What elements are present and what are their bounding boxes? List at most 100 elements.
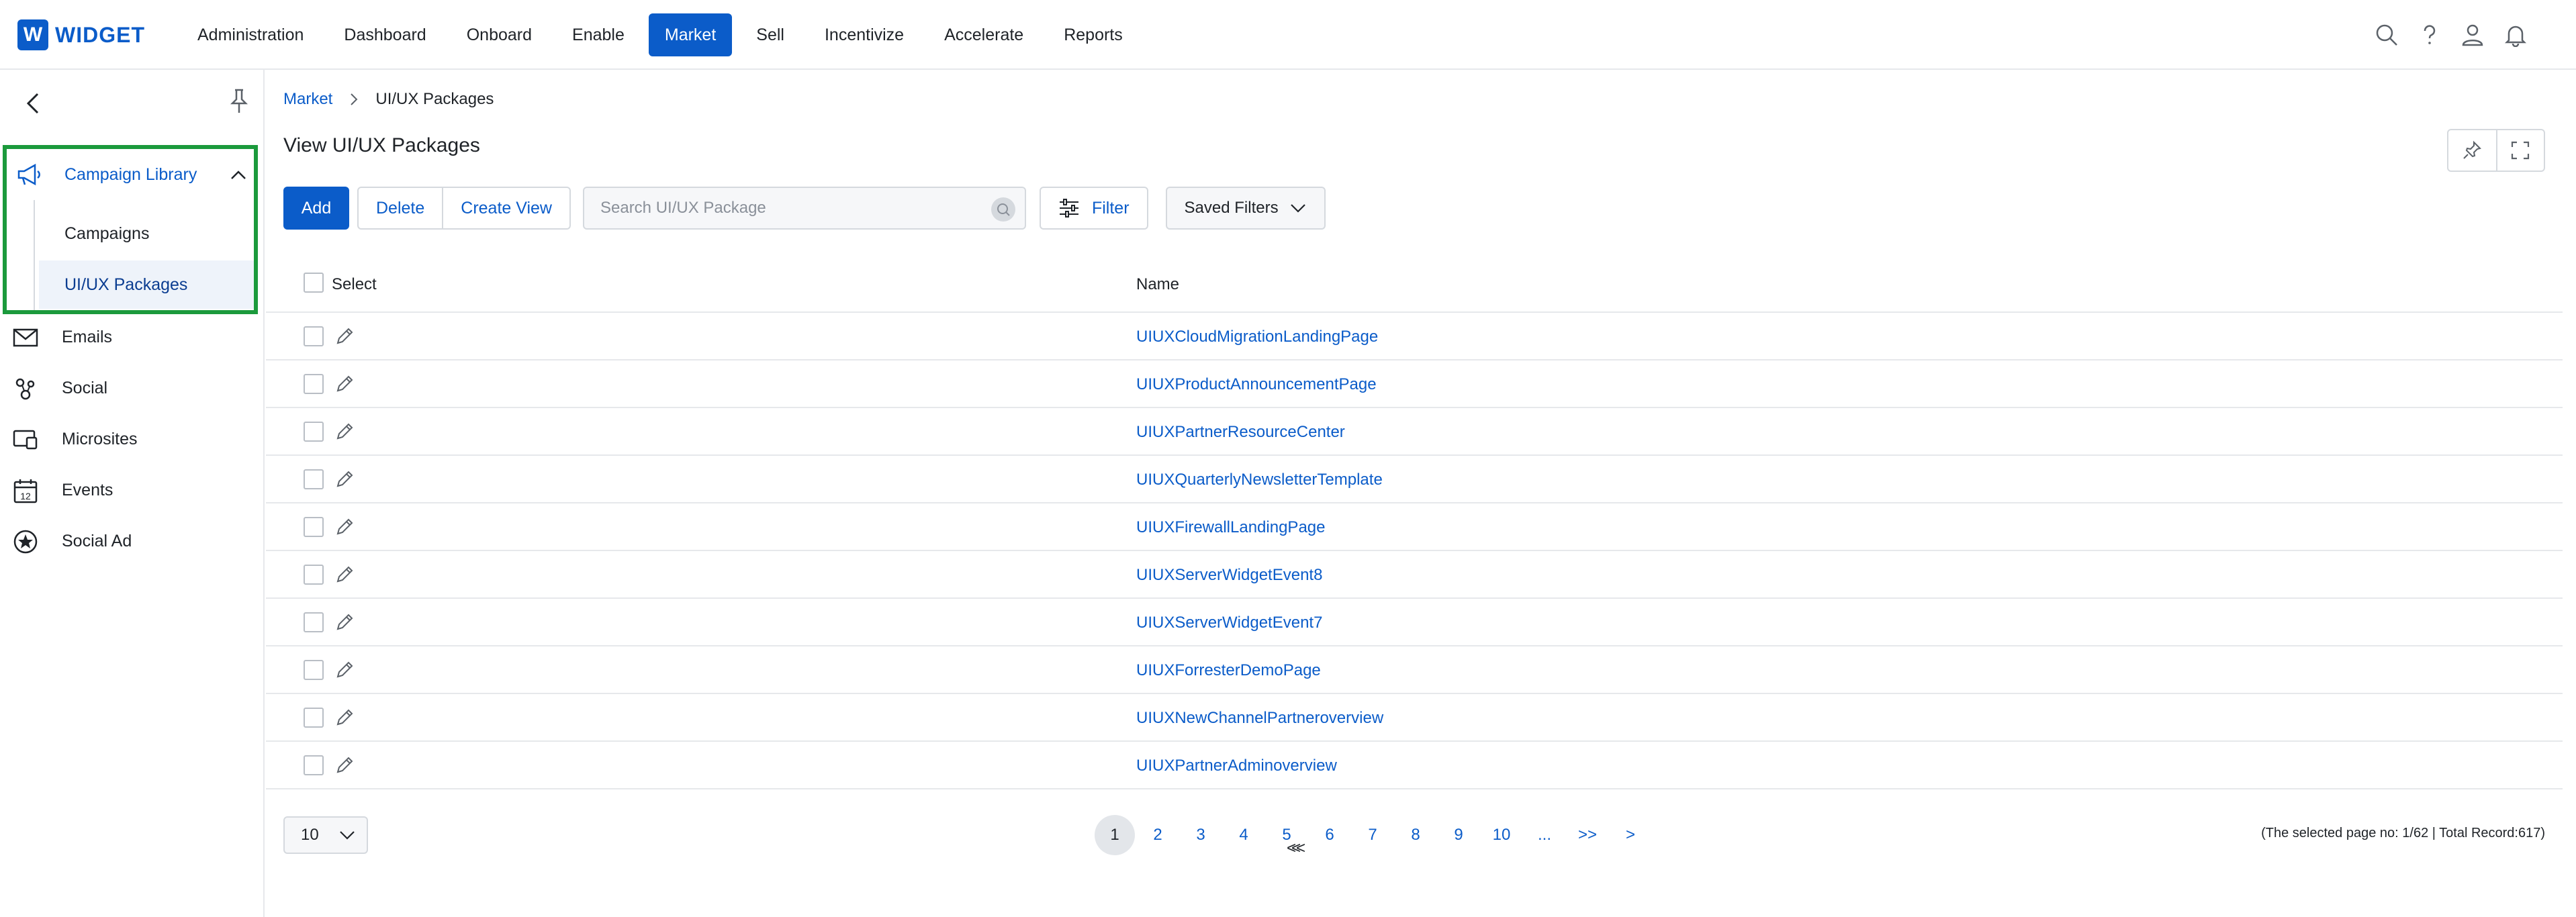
pencil-icon[interactable] xyxy=(333,420,356,443)
pencil-icon[interactable] xyxy=(333,659,356,681)
package-name-link[interactable]: UIUXCloudMigrationLandingPage xyxy=(1136,328,1378,346)
pager-page-10[interactable]: 10 xyxy=(1481,815,1522,855)
pencil-icon[interactable] xyxy=(333,611,356,634)
row-checkbox[interactable] xyxy=(304,708,324,728)
pencil-icon[interactable] xyxy=(333,563,356,586)
nav-item-dashboard[interactable]: Dashboard xyxy=(328,13,442,56)
column-header-name: Name xyxy=(1136,275,1180,293)
help-icon[interactable] xyxy=(2413,19,2446,51)
sidebar-item-label: Emails xyxy=(62,328,113,346)
breadcrumb-market-link[interactable]: Market xyxy=(283,90,332,109)
table-row: UIUXNewChannelPartneroverview xyxy=(266,694,2563,742)
nav-item-sell[interactable]: Sell xyxy=(740,13,800,56)
sidebar-item-label: Social Ad xyxy=(62,532,132,550)
pager-page-3[interactable]: 3 xyxy=(1181,815,1221,855)
package-name-link[interactable]: UIUXServerWidgetEvent7 xyxy=(1136,614,1322,632)
table-row: UIUXCloudMigrationLandingPage xyxy=(266,313,2563,360)
pencil-icon[interactable] xyxy=(333,516,356,538)
row-checkbox[interactable] xyxy=(304,326,324,346)
logo[interactable]: W WIDGET xyxy=(17,18,145,52)
row-checkbox[interactable] xyxy=(304,422,324,442)
nav-item-incentivize[interactable]: Incentivize xyxy=(809,13,920,56)
pager-page-4[interactable]: 4 xyxy=(1224,815,1264,855)
chevron-down-icon xyxy=(1290,204,1305,213)
pencil-icon[interactable] xyxy=(333,754,356,777)
chevron-down-icon xyxy=(340,831,355,840)
sidebar-item-label: Events xyxy=(62,481,113,499)
row-checkbox[interactable] xyxy=(304,612,324,632)
pin-icon[interactable] xyxy=(226,87,255,117)
nav-item-market[interactable]: Market xyxy=(648,13,733,56)
pager-ellipsis[interactable]: ... xyxy=(1524,815,1565,855)
sidebar-item-events[interactable]: 12 Events xyxy=(0,465,263,516)
search-icon[interactable] xyxy=(2371,19,2403,51)
pencil-icon[interactable] xyxy=(333,325,356,348)
nav-item-accelerate[interactable]: Accelerate xyxy=(928,13,1040,56)
search-icon[interactable] xyxy=(991,197,1015,222)
pager-last[interactable]: >> xyxy=(1567,815,1608,855)
pager-next[interactable]: > xyxy=(1610,815,1651,855)
table-row: UIUXPartnerAdminoverview xyxy=(266,742,2563,789)
sidebar-item-uiux-packages[interactable]: UI/UX Packages xyxy=(39,260,254,309)
pagination: < << 1 2 3 4 5 6 7 8 9 10 ... >> > xyxy=(1095,815,1653,857)
pin-page-icon[interactable] xyxy=(2448,130,2496,171)
sidebar-item-emails[interactable]: Emails xyxy=(0,311,263,363)
pencil-icon[interactable] xyxy=(333,468,356,491)
pencil-icon[interactable] xyxy=(333,706,356,729)
package-name-link[interactable]: UIUXQuarterlyNewsletterTemplate xyxy=(1136,471,1383,489)
package-name-link[interactable]: UIUXPartnerAdminoverview xyxy=(1136,757,1337,775)
nav-item-onboard[interactable]: Onboard xyxy=(451,13,548,56)
column-header-select: Select xyxy=(332,275,377,293)
user-icon[interactable] xyxy=(2456,19,2489,51)
sidebar-item-campaigns[interactable]: Campaigns xyxy=(39,209,254,258)
nav-item-administration[interactable]: Administration xyxy=(181,13,320,56)
sidebar-item-microsites[interactable]: Microsites xyxy=(0,414,263,465)
package-name-link[interactable]: UIUXServerWidgetEvent8 xyxy=(1136,566,1322,585)
logo-text: WIDGET xyxy=(55,22,145,47)
sidebar-group-header[interactable]: Campaign Library xyxy=(7,149,254,200)
search-input[interactable] xyxy=(600,196,990,220)
sidebar-item-social-ad[interactable]: Social Ad xyxy=(0,516,263,567)
filter-button[interactable]: Filter xyxy=(1039,187,1148,230)
delete-button[interactable]: Delete xyxy=(359,188,442,228)
row-checkbox[interactable] xyxy=(304,755,324,775)
table-row: UIUXServerWidgetEvent7 xyxy=(266,599,2563,646)
create-view-button[interactable]: Create View xyxy=(442,188,569,228)
row-checkbox[interactable] xyxy=(304,517,324,537)
nav-item-enable[interactable]: Enable xyxy=(556,13,641,56)
per-page-select[interactable]: 10 xyxy=(283,816,368,854)
sidebar-item-label: Microsites xyxy=(62,430,138,448)
package-name-link[interactable]: UIUXPartnerResourceCenter xyxy=(1136,423,1345,442)
select-all-checkbox[interactable] xyxy=(304,273,324,293)
chevron-up-icon[interactable] xyxy=(228,165,248,185)
row-checkbox[interactable] xyxy=(304,374,324,394)
row-checkbox[interactable] xyxy=(304,565,324,585)
row-checkbox[interactable] xyxy=(304,660,324,680)
pager-page-9[interactable]: 9 xyxy=(1438,815,1479,855)
sliders-icon xyxy=(1059,199,1078,218)
nav-item-reports[interactable]: Reports xyxy=(1048,13,1139,56)
pager-page-8[interactable]: 8 xyxy=(1395,815,1436,855)
fullscreen-icon[interactable] xyxy=(2495,130,2544,171)
submenu-line xyxy=(34,200,35,310)
main-nav: Administration Dashboard Onboard Enable … xyxy=(181,13,1147,56)
package-name-link[interactable]: UIUXNewChannelPartneroverview xyxy=(1136,709,1383,728)
breadcrumb-current: UI/UX Packages xyxy=(375,90,494,108)
top-navigation-bar: W WIDGET Administration Dashboard Onboar… xyxy=(0,0,2576,70)
pager-page-2[interactable]: 2 xyxy=(1138,815,1178,855)
pager-page-1[interactable]: 1 xyxy=(1095,815,1135,855)
pager-page-7[interactable]: 7 xyxy=(1352,815,1393,855)
package-name-link[interactable]: UIUXFirewallLandingPage xyxy=(1136,518,1325,537)
package-name-link[interactable]: UIUXForresterDemoPage xyxy=(1136,661,1321,680)
sidebar-item-social[interactable]: Social xyxy=(0,363,263,414)
pencil-icon[interactable] xyxy=(333,373,356,395)
row-checkbox[interactable] xyxy=(304,469,324,489)
back-arrow-icon[interactable] xyxy=(20,90,47,117)
package-name-link[interactable]: UIUXProductAnnouncementPage xyxy=(1136,375,1377,394)
page-title: View UI/UX Packages xyxy=(283,134,480,156)
bell-icon[interactable] xyxy=(2499,19,2532,51)
pager-first[interactable]: << xyxy=(1276,828,1316,869)
saved-filters-dropdown[interactable]: Saved Filters xyxy=(1165,187,1326,230)
mail-icon xyxy=(12,325,39,350)
add-button[interactable]: Add xyxy=(283,187,349,230)
